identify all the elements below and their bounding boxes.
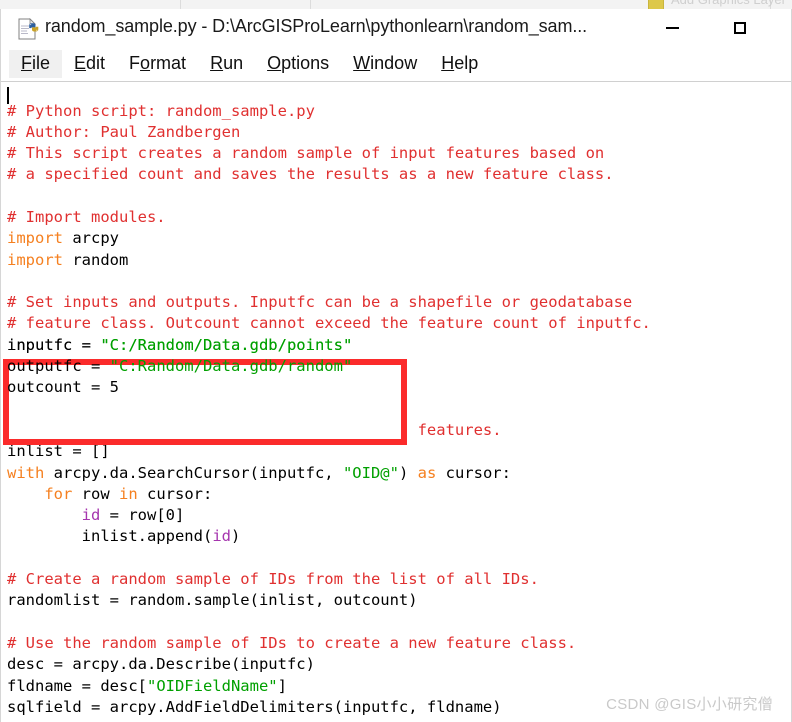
- title-bar: random_sample.py - D:\ArcGISProLearn\pyt…: [1, 9, 791, 47]
- text-caret: [7, 87, 9, 104]
- code-token: "C:/Random/Data.gdb/points": [100, 335, 353, 354]
- code-token: desc = arcpy.da.Describe(inputfc): [7, 655, 315, 674]
- code-editor[interactable]: # Python script: random_sample.py # Auth…: [1, 82, 791, 720]
- code-token: sqlfield = arcpy.AddFieldDelimiters(inpu…: [7, 697, 502, 716]
- code-token: arcpy: [63, 229, 119, 248]
- idle-editor-window: random_sample.py - D:\ArcGISProLearn\pyt…: [0, 9, 792, 722]
- code-token: random: [63, 250, 129, 269]
- menu-item-format[interactable]: Format: [117, 50, 198, 78]
- code-token: # This script creates a random sample of…: [7, 144, 605, 163]
- menu-item-options[interactable]: Options: [255, 50, 341, 78]
- code-token: as: [417, 463, 437, 482]
- code-token: = row[0]: [100, 506, 185, 525]
- code-token: # Create a list of all the IDs of the in…: [7, 420, 502, 439]
- menu-item-help[interactable]: Help: [429, 50, 490, 78]
- code-token: inputfc =: [7, 335, 101, 354]
- watermark: CSDN @GIS小小研究僧: [606, 696, 773, 713]
- code-token: # Use the random sample of IDs to create…: [7, 633, 577, 652]
- source-code[interactable]: # Python script: random_sample.py # Auth…: [7, 101, 651, 721]
- code-token: with: [7, 463, 45, 482]
- minimize-button[interactable]: [649, 9, 695, 47]
- code-token: outcount = 5: [7, 378, 119, 397]
- code-token: row: [72, 484, 119, 503]
- code-token: # Python script: random_sample.py: [7, 101, 315, 120]
- menu-item-edit[interactable]: Edit: [62, 50, 117, 78]
- code-token: arcpy.da.SearchCursor(inputfc,: [44, 463, 343, 482]
- code-token: cursor:: [137, 484, 213, 503]
- code-token: ): [398, 463, 418, 482]
- menu-item-file[interactable]: File: [9, 50, 63, 78]
- code-token: sqlexp =: [7, 719, 91, 720]
- menu-item-run[interactable]: Run: [198, 50, 255, 78]
- code-token: randomlist = random.sample(inlist, outco…: [7, 591, 418, 610]
- background-window-strip: Add Graphics Layer: [0, 0, 792, 9]
- menu-item-window[interactable]: Window: [341, 50, 429, 78]
- add-graphics-layer-icon: [648, 0, 664, 9]
- code-token: ]: [277, 676, 287, 695]
- menu-bar: File Edit Format Run Options Window Help: [1, 47, 791, 81]
- code-token: id: [212, 527, 231, 546]
- minimize-icon: [665, 27, 679, 29]
- python-file-icon: [17, 18, 39, 40]
- code-token: # Set inputs and outputs. Inputfc can be…: [7, 293, 633, 312]
- code-token: inlist = []: [7, 442, 110, 461]
- code-token: # Create a random sample of IDs from the…: [7, 570, 539, 589]
- code-token: import: [7, 229, 63, 248]
- code-token: "OID@": [342, 463, 399, 482]
- maximize-button[interactable]: [717, 9, 763, 47]
- code-token: cursor:: [436, 463, 511, 482]
- code-token: inlist.append(: [7, 527, 213, 546]
- bg-divider-2: [310, 0, 311, 9]
- code-token: "C:Random/Data.gdb/random": [109, 357, 353, 376]
- window-title: random_sample.py - D:\ArcGISProLearn\pyt…: [45, 16, 588, 36]
- background-window-label: Add Graphics Layer: [671, 0, 786, 7]
- bg-divider-1: [180, 0, 181, 9]
- code-token: in: [119, 484, 138, 503]
- code-token: for: [44, 484, 73, 503]
- code-token: # Author: Paul Zandbergen: [7, 122, 241, 141]
- maximize-icon: [734, 22, 746, 34]
- code-token: f"{sqlfield} IN {tuple(randomlist)}": [91, 719, 427, 720]
- code-token: import: [7, 250, 63, 269]
- code-token: id: [81, 506, 101, 525]
- code-token: # feature class. Outcount cannot exceed …: [7, 314, 651, 333]
- code-token: # Import modules.: [7, 207, 166, 226]
- code-token: ): [230, 527, 241, 546]
- code-token: "OIDFieldName": [146, 676, 278, 695]
- code-token: fldname = desc[: [7, 676, 147, 695]
- code-token: # a specified count and saves the result…: [7, 165, 614, 184]
- code-token: outputfc =: [7, 357, 110, 376]
